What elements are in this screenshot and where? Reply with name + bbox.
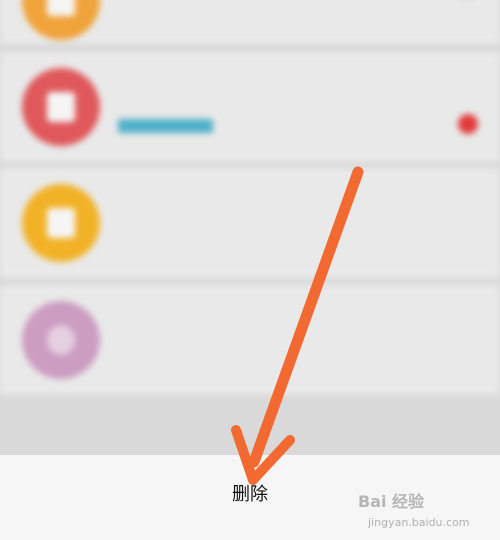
conversation-item[interactable] [0,52,500,162]
flag-icon [47,92,75,122]
action-sheet: 删除 Bai 经验 jingyan.baidu.com [0,455,500,540]
conversation-preview [118,118,217,134]
square-icon [47,208,75,238]
avatar-icon [47,0,75,16]
conversation-list [0,0,500,455]
watermark-url: jingyan.baidu.com [368,516,470,529]
conversation-item[interactable] [0,168,500,278]
conversation-avatar [22,0,100,40]
baidu-jingyan-logo: Bai 经验 [358,492,425,511]
unread-badge [458,114,478,134]
blurred-list-content [0,0,500,455]
conversation-avatar [22,301,100,379]
conversation-item[interactable] [0,285,500,395]
person-icon [47,325,75,355]
watermark: Bai 经验 jingyan.baidu.com [358,488,488,536]
preview-highlight [118,119,213,133]
conversation-avatar [22,184,100,262]
conversation-item[interactable] [0,0,500,44]
conversation-avatar [22,68,100,146]
